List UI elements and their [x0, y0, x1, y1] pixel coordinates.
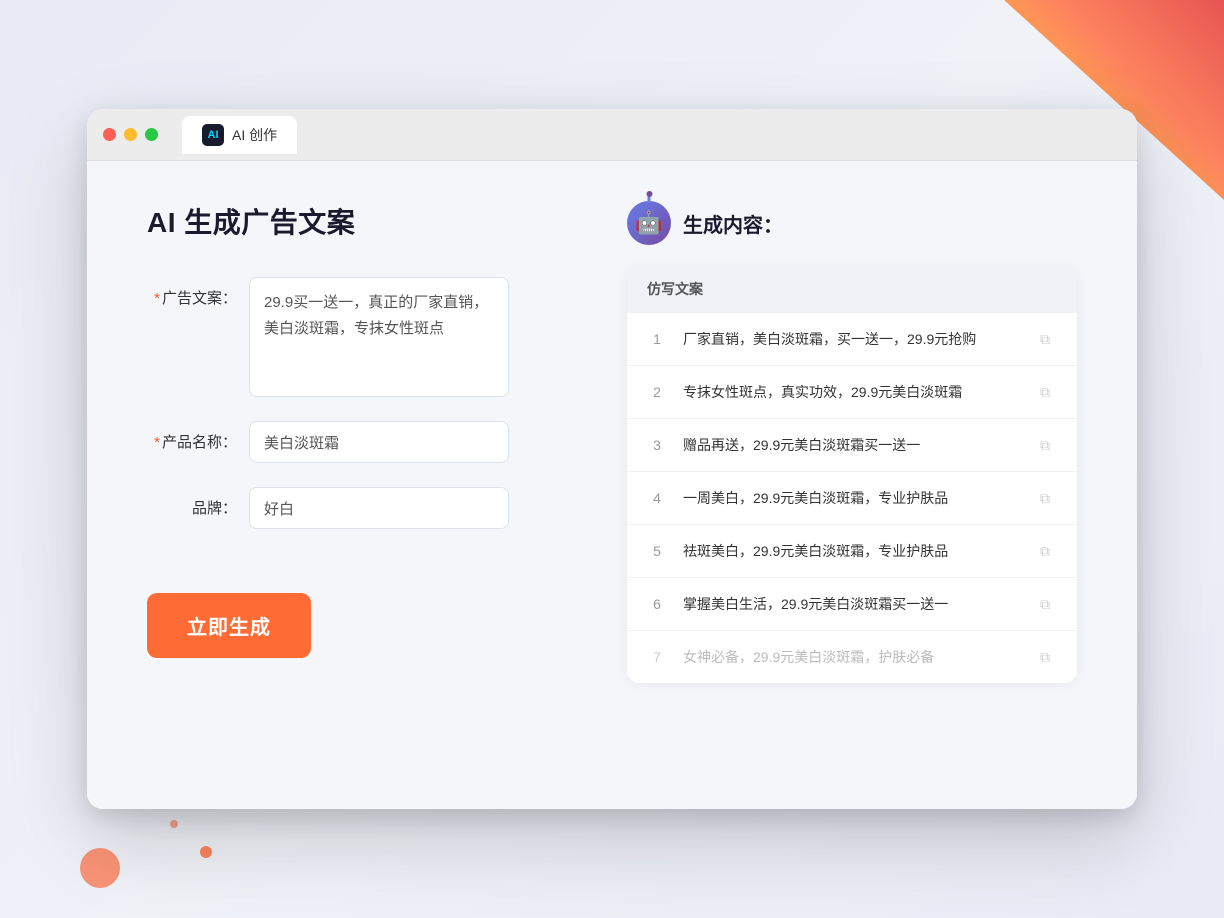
- row-num-2: 2: [647, 384, 667, 400]
- traffic-lights: [103, 128, 158, 141]
- required-star-1: *: [154, 290, 160, 307]
- robot-icon: 🤖: [627, 201, 671, 245]
- tab-label: AI 创作: [232, 125, 277, 145]
- row-text-5: 祛斑美白，29.9元美白淡斑霜，专业护肤品: [683, 541, 1017, 562]
- required-star-2: *: [154, 434, 160, 451]
- table-row: 1 厂家直销，美白淡斑霜，买一送一，29.9元抢购 ⧉: [627, 313, 1077, 366]
- row-text-6: 掌握美白生活，29.9元美白淡斑霜买一送一: [683, 594, 1017, 615]
- main-content: AI 生成广告文案 *广告文案： 29.9买一送一，真正的厂家直销，美白淡斑霜，…: [87, 161, 1137, 809]
- row-text-3: 赠品再送，29.9元美白淡斑霜买一送一: [683, 435, 1017, 456]
- row-num-1: 1: [647, 331, 667, 347]
- robot-antenna: [648, 195, 651, 203]
- table-row: 3 赠品再送，29.9元美白淡斑霜买一送一 ⧉: [627, 419, 1077, 472]
- product-name-input[interactable]: [249, 421, 509, 463]
- copy-icon-4[interactable]: ⧉: [1033, 486, 1057, 510]
- ai-tab-icon: AI: [202, 124, 224, 146]
- decorative-dot-2: [170, 820, 178, 828]
- copy-icon-1[interactable]: ⧉: [1033, 327, 1057, 351]
- copy-icon-6[interactable]: ⧉: [1033, 592, 1057, 616]
- left-panel: AI 生成广告文案 *广告文案： 29.9买一送一，真正的厂家直销，美白淡斑霜，…: [147, 201, 567, 769]
- ad-copy-group: *广告文案： 29.9买一送一，真正的厂家直销，美白淡斑霜，专抹女性斑点: [147, 277, 567, 397]
- generate-button[interactable]: 立即生成: [147, 593, 311, 658]
- right-panel: 🤖 生成内容： 仿写文案 1 厂家直销，美白淡斑霜，买一送一，29.9元抢购 ⧉…: [627, 201, 1077, 769]
- title-bar: AI AI 创作: [87, 109, 1137, 161]
- result-header: 🤖 生成内容：: [627, 201, 1077, 245]
- row-text-1: 厂家直销，美白淡斑霜，买一送一，29.9元抢购: [683, 329, 1017, 350]
- brand-label: 品牌：: [147, 487, 237, 518]
- row-num-4: 4: [647, 490, 667, 506]
- row-text-7: 女神必备，29.9元美白淡斑霜，护肤必备: [683, 647, 1017, 668]
- table-row: 6 掌握美白生活，29.9元美白淡斑霜买一送一 ⧉: [627, 578, 1077, 631]
- result-table: 仿写文案 1 厂家直销，美白淡斑霜，买一送一，29.9元抢购 ⧉ 2 专抹女性斑…: [627, 265, 1077, 683]
- page-title: AI 生成广告文案: [147, 201, 567, 241]
- browser-window: AI AI 创作 AI 生成广告文案 *广告文案： 29.9买一送一，真正的厂家…: [87, 109, 1137, 809]
- table-row: 4 一周美白，29.9元美白淡斑霜，专业护肤品 ⧉: [627, 472, 1077, 525]
- row-num-7: 7: [647, 649, 667, 665]
- ad-copy-textarea[interactable]: 29.9买一送一，真正的厂家直销，美白淡斑霜，专抹女性斑点: [249, 277, 509, 397]
- copy-icon-5[interactable]: ⧉: [1033, 539, 1057, 563]
- table-header: 仿写文案: [627, 265, 1077, 313]
- brand-group: 品牌：: [147, 487, 567, 529]
- copy-icon-3[interactable]: ⧉: [1033, 433, 1057, 457]
- row-num-3: 3: [647, 437, 667, 453]
- copy-icon-7[interactable]: ⧉: [1033, 645, 1057, 669]
- result-title: 生成内容：: [683, 209, 783, 238]
- copy-icon-2[interactable]: ⧉: [1033, 380, 1057, 404]
- row-num-5: 5: [647, 543, 667, 559]
- table-row: 5 祛斑美白，29.9元美白淡斑霜，专业护肤品 ⧉: [627, 525, 1077, 578]
- ad-copy-label: *广告文案：: [147, 277, 237, 308]
- maximize-button[interactable]: [145, 128, 158, 141]
- product-name-group: *产品名称：: [147, 421, 567, 463]
- tab-ai[interactable]: AI AI 创作: [182, 116, 297, 154]
- table-row: 2 专抹女性斑点，真实功效，29.9元美白淡斑霜 ⧉: [627, 366, 1077, 419]
- brand-input[interactable]: [249, 487, 509, 529]
- product-name-label: *产品名称：: [147, 421, 237, 452]
- minimize-button[interactable]: [124, 128, 137, 141]
- close-button[interactable]: [103, 128, 116, 141]
- decorative-dot-1: [200, 846, 212, 858]
- row-num-6: 6: [647, 596, 667, 612]
- row-text-2: 专抹女性斑点，真实功效，29.9元美白淡斑霜: [683, 382, 1017, 403]
- row-text-4: 一周美白，29.9元美白淡斑霜，专业护肤品: [683, 488, 1017, 509]
- table-row: 7 女神必备，29.9元美白淡斑霜，护肤必备 ⧉: [627, 631, 1077, 683]
